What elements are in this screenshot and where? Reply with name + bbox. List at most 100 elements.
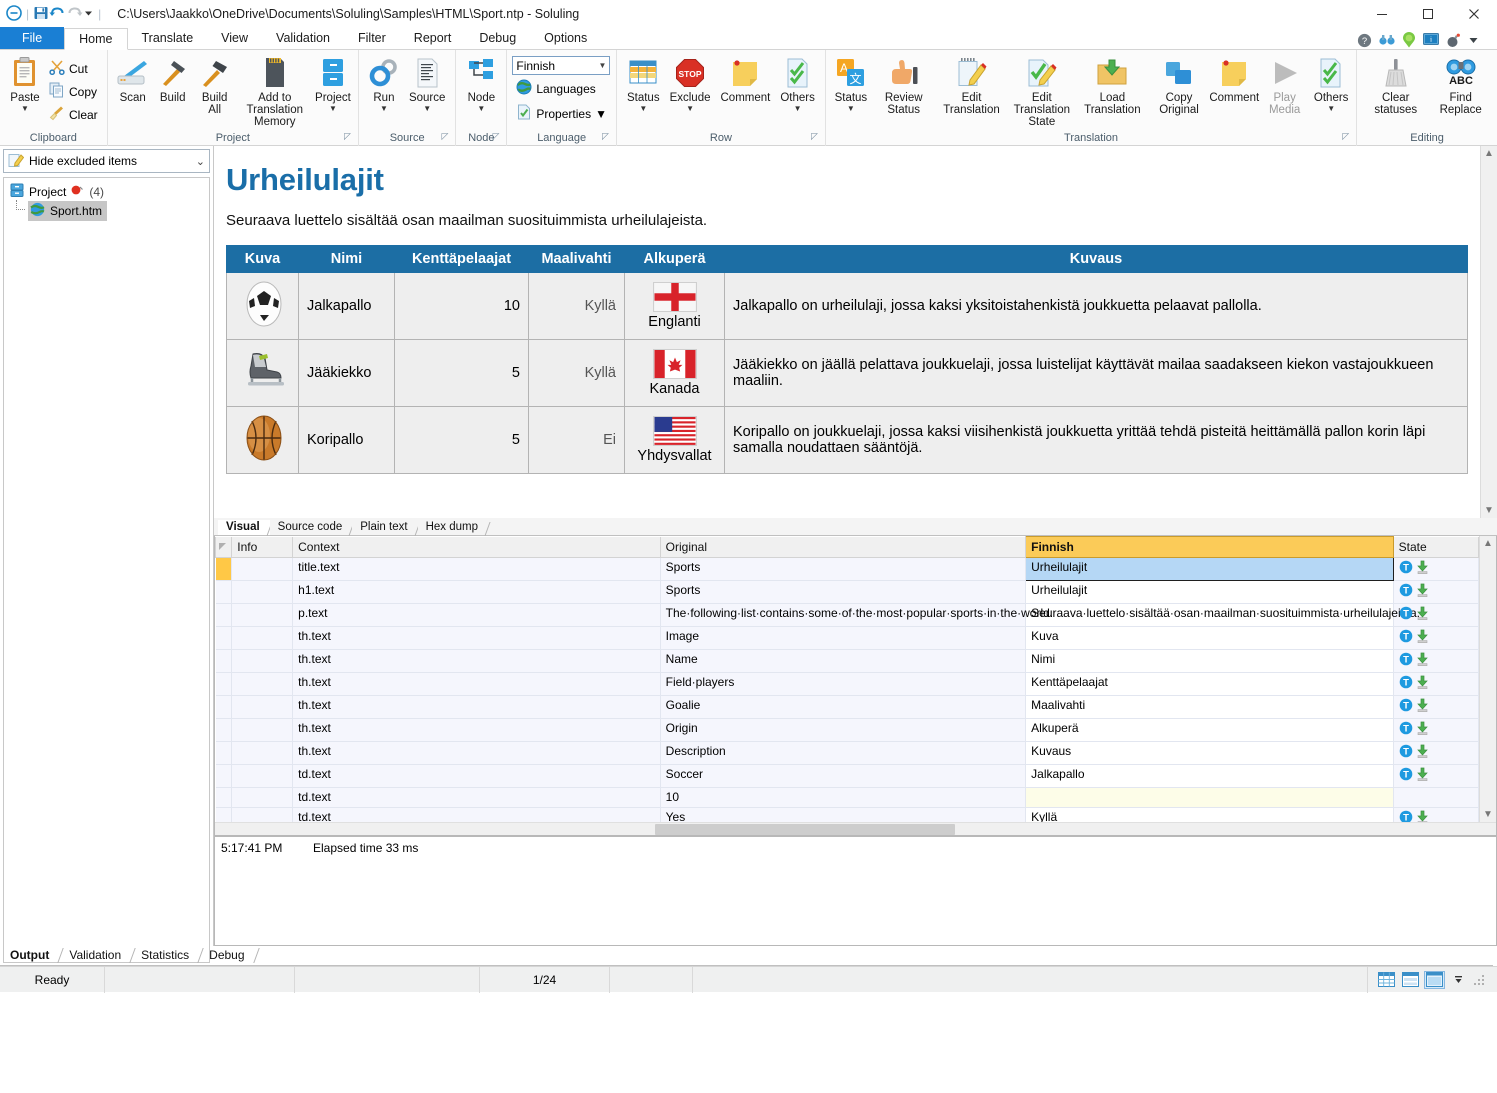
grid-cell-context[interactable]: td.text: [292, 787, 661, 808]
table-row[interactable]: p.text The·following·list·contains·some·o…: [215, 603, 1479, 627]
properties-dropdown-arrow[interactable]: ▼: [595, 107, 607, 121]
grid-cell-context[interactable]: td.text: [292, 764, 661, 788]
grid-cell-state[interactable]: T: [1393, 580, 1479, 604]
row-others-button[interactable]: Others ▼: [775, 53, 820, 113]
preview-vertical-scrollbar[interactable]: ▲ ▼: [1480, 146, 1497, 518]
grid-hscroll-thumb[interactable]: [655, 824, 955, 835]
build-all-button[interactable]: Build All: [193, 53, 237, 116]
grid-cell-info[interactable]: [231, 626, 294, 650]
minimize-button[interactable]: [1359, 0, 1405, 28]
table-row[interactable]: td.text Soccer Jalkapallo T: [215, 764, 1479, 788]
scroll-up-icon[interactable]: ▲: [1483, 538, 1493, 549]
undo-icon[interactable]: [49, 5, 66, 23]
cut-button[interactable]: Cut: [45, 57, 102, 80]
grid-cell-info[interactable]: [231, 557, 294, 581]
table-row[interactable]: h1.text Sports Urheilulajit T: [215, 580, 1479, 604]
properties-button[interactable]: Properties ▼: [512, 102, 611, 125]
close-button[interactable]: [1451, 0, 1497, 28]
chevron-down-icon[interactable]: ▼: [598, 61, 606, 70]
tree-node-sport-htm-selection[interactable]: Sport.htm: [28, 200, 108, 221]
grid-cell-original[interactable]: Name: [660, 649, 1027, 673]
ribbon-tab-options[interactable]: Options: [530, 27, 601, 49]
grid-cell-finnish[interactable]: Seuraava·luettelo·sisältää·osan·maailman…: [1025, 603, 1420, 627]
grid-view-icon[interactable]: [1376, 971, 1397, 989]
chevron-down-icon[interactable]: [1468, 33, 1479, 50]
grid-cell-context[interactable]: title.text: [292, 557, 661, 581]
grid-cell-info[interactable]: [231, 649, 294, 673]
row-status-button[interactable]: Status ▼: [622, 53, 665, 113]
table-row[interactable]: th.text Image Kuva T: [215, 626, 1479, 650]
ribbon-tab-filter[interactable]: Filter: [344, 27, 400, 49]
row-status-dropdown-arrow[interactable]: ▼: [639, 105, 647, 113]
table-row[interactable]: title.text Sports Urheilulajit T: [215, 557, 1479, 581]
tab-source-code[interactable]: Source code: [269, 520, 355, 536]
grid-cell-original[interactable]: Goalie: [660, 695, 1027, 719]
grid-cell-info[interactable]: [231, 807, 294, 822]
tab-plain-text[interactable]: Plain text: [352, 520, 421, 536]
tab-visual[interactable]: Visual: [218, 520, 273, 536]
grid-cell-info[interactable]: [231, 787, 294, 808]
grid-row-gutter[interactable]: [215, 649, 233, 673]
grid-cell-context[interactable]: th.text: [292, 626, 661, 650]
ribbon-tab-view[interactable]: View: [207, 27, 262, 49]
tree-node-sport-htm[interactable]: Sport.htm: [6, 200, 207, 221]
grid-col-context[interactable]: Context: [292, 536, 661, 558]
translation-others-button[interactable]: Others ▼: [1311, 53, 1351, 113]
grid-cell-info[interactable]: [231, 764, 294, 788]
globe-pin-icon[interactable]: [1402, 32, 1416, 51]
grid-cell-finnish[interactable]: Kyllä: [1025, 807, 1394, 822]
translation-grid-body[interactable]: Info Context Original Finnish State titl…: [215, 536, 1479, 822]
grid-row-gutter[interactable]: [215, 764, 233, 788]
tree-node-project[interactable]: Project (4): [6, 182, 207, 201]
clear-statuses-button[interactable]: Clear statuses ▼: [1362, 53, 1429, 116]
split-view-icon[interactable]: [1400, 971, 1421, 989]
grid-cell-info[interactable]: [231, 672, 294, 696]
build-button[interactable]: Build: [153, 53, 193, 104]
source-dialog-launcher-icon[interactable]: ◸: [441, 128, 448, 144]
project-tree[interactable]: Project (4) Sport.htm: [3, 177, 210, 963]
grid-cell-finnish[interactable]: Nimi: [1025, 649, 1394, 673]
grid-cell-finnish[interactable]: [1025, 787, 1394, 808]
help-icon[interactable]: ?: [1357, 33, 1372, 51]
view-dropdown-icon[interactable]: [1448, 971, 1469, 989]
add-to-translation-memory-button[interactable]: Add to Translation Memory ▼: [237, 53, 313, 128]
run-button[interactable]: Run ▼: [364, 53, 404, 113]
grid-cell-state[interactable]: T: [1393, 718, 1479, 742]
language-dialog-launcher-icon[interactable]: ◸: [602, 128, 609, 144]
grid-select-all-corner[interactable]: [215, 536, 233, 558]
grid-cell-state[interactable]: T: [1393, 741, 1479, 765]
node-dropdown-arrow[interactable]: ▼: [477, 105, 485, 113]
grid-cell-context[interactable]: th.text: [292, 695, 661, 719]
languages-button[interactable]: Languages: [512, 77, 599, 100]
grid-row-gutter[interactable]: [215, 557, 233, 581]
grid-cell-state[interactable]: T: [1393, 649, 1479, 673]
form-view-icon[interactable]: [1424, 970, 1445, 989]
grid-cell-finnish[interactable]: Urheilulajit: [1025, 580, 1394, 604]
source-button[interactable]: Source ▼: [404, 53, 450, 113]
hide-excluded-items-dropdown[interactable]: Hide excluded items ⌄: [3, 149, 210, 173]
grid-cell-state[interactable]: T: [1393, 557, 1479, 581]
translation-others-dropdown-arrow[interactable]: ▼: [1327, 105, 1335, 113]
translation-dialog-launcher-icon[interactable]: ◸: [1342, 128, 1349, 144]
load-translation-button[interactable]: Load Translation ▼: [1077, 53, 1148, 116]
scroll-up-icon[interactable]: ▲: [1484, 148, 1494, 159]
ribbon-tab-home[interactable]: Home: [64, 28, 128, 50]
chevron-down-icon[interactable]: ⌄: [196, 155, 205, 168]
grid-row-gutter[interactable]: [215, 787, 233, 808]
grid-cell-original[interactable]: The·following·list·contains·some·of·the·…: [660, 603, 1053, 627]
tab-validation[interactable]: Validation: [61, 946, 136, 965]
grid-cell-context[interactable]: th.text: [292, 649, 661, 673]
grid-cell-context[interactable]: th.text: [292, 718, 661, 742]
grid-cell-original[interactable]: Yes: [660, 807, 1027, 822]
grid-cell-state[interactable]: [1393, 787, 1479, 808]
grid-horizontal-scrollbar[interactable]: [215, 822, 1496, 835]
grid-cell-info[interactable]: [231, 603, 294, 627]
run-dropdown-arrow[interactable]: ▼: [380, 105, 388, 113]
grid-vertical-scrollbar[interactable]: ▲ ▼: [1479, 536, 1496, 822]
table-row[interactable]: th.text Description Kuvaus T: [215, 741, 1479, 765]
table-row[interactable]: th.text Field·players Kenttäpelaajat T: [215, 672, 1479, 696]
grid-cell-info[interactable]: [231, 695, 294, 719]
app-menu-icon[interactable]: [6, 5, 22, 23]
translation-comment-button[interactable]: Comment: [1209, 53, 1259, 104]
ribbon-tab-validation[interactable]: Validation: [262, 27, 344, 49]
